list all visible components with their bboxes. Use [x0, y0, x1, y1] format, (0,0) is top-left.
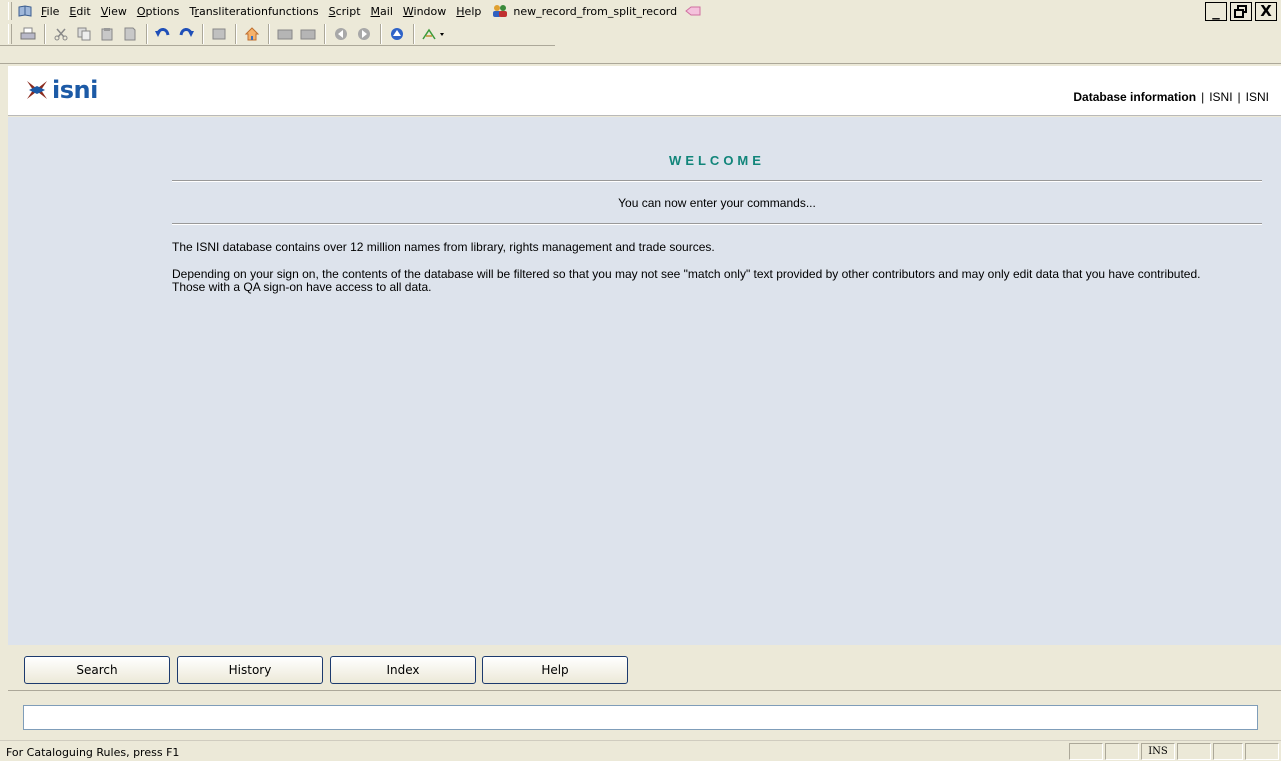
back-arrow-icon	[335, 28, 347, 40]
minimize-icon: _	[1212, 2, 1220, 20]
back-button[interactable]	[330, 23, 352, 45]
isni-logo-text: isni	[52, 76, 98, 104]
menu-file[interactable]: File	[36, 5, 64, 18]
qa-access-text: Those with a QA sign-on have access to a…	[172, 280, 432, 294]
toolbar-separator	[44, 24, 46, 44]
clipboard-icon	[101, 28, 113, 41]
scissors-icon	[54, 28, 68, 41]
new-record-button[interactable]	[208, 23, 230, 45]
up-arrow-icon	[391, 28, 403, 40]
printer-icon	[20, 27, 36, 40]
menu-mail[interactable]: Mail	[366, 5, 398, 18]
restore-button[interactable]	[1230, 2, 1252, 21]
status-panel	[1069, 743, 1103, 760]
forward-arrow-icon	[358, 28, 370, 40]
toolbar-separator	[268, 24, 270, 44]
up-button[interactable]	[386, 23, 408, 45]
signon-description: Depending on your sign on, the contents …	[172, 268, 1267, 294]
history-button[interactable]: History	[177, 656, 323, 684]
close-button[interactable]: X	[1255, 2, 1277, 21]
divider	[172, 223, 1262, 225]
link-separator: |	[1237, 90, 1241, 104]
close-icon: X	[1260, 2, 1272, 20]
command-button-row: Search History Index Help	[8, 645, 1281, 689]
status-panel	[1213, 743, 1243, 760]
command-prompt-text: You can now enter your commands...	[618, 196, 816, 210]
toolbar-separator	[146, 24, 148, 44]
document-icon	[124, 27, 136, 41]
redo-button[interactable]	[175, 23, 197, 45]
status-bar: For Cataloguing Rules, press F1 INS	[0, 740, 1281, 761]
toolbar	[0, 22, 1281, 64]
restore-icon	[1234, 5, 1247, 18]
undo-button[interactable]	[152, 23, 174, 45]
help-button[interactable]: Help	[482, 656, 628, 684]
status-panel	[1105, 743, 1139, 760]
copy-button[interactable]	[73, 23, 95, 45]
status-text: For Cataloguing Rules, press F1	[6, 746, 180, 759]
search-button[interactable]: Search	[24, 656, 170, 684]
record-next-button[interactable]	[297, 23, 319, 45]
divider	[172, 180, 1262, 182]
menu-bar: File Edit View Options Transliterationfu…	[0, 0, 1281, 22]
command-input[interactable]	[23, 705, 1258, 730]
record-icon	[277, 29, 293, 40]
minimize-button[interactable]: _	[1205, 2, 1227, 21]
status-panel	[1177, 743, 1211, 760]
menu-options[interactable]: Options	[132, 5, 184, 18]
toolbar-separator	[235, 24, 237, 44]
status-panels: INS	[1069, 743, 1279, 760]
menu-edit[interactable]: Edit	[64, 5, 95, 18]
cut-button[interactable]	[50, 23, 72, 45]
toolbar-separator	[324, 24, 326, 44]
forward-button[interactable]	[353, 23, 375, 45]
undo-icon	[155, 28, 170, 37]
record-icon	[300, 29, 316, 40]
isni-logo: isni	[26, 78, 98, 102]
welcome-panel: WELCOME You can now enter your commands.…	[8, 117, 1281, 645]
insert-mode-indicator: INS	[1141, 743, 1175, 760]
menu-window[interactable]: Window	[398, 5, 451, 18]
window-controls: _ X	[1205, 2, 1277, 21]
isni-logo-icon	[27, 81, 47, 99]
copy-icon	[77, 27, 91, 41]
database-description: The ISNI database contains over 12 milli…	[172, 240, 715, 254]
toolbar-separator	[202, 24, 204, 44]
toolbar-separator	[380, 24, 382, 44]
menu-view[interactable]: View	[96, 5, 132, 18]
database-information-link[interactable]: Database information	[1073, 90, 1196, 104]
redo-icon	[179, 28, 194, 37]
toolbar-separator	[413, 24, 415, 44]
book-icon[interactable]	[18, 4, 32, 18]
home-icon	[244, 27, 260, 41]
print-button[interactable]	[17, 23, 39, 45]
header-links: Database information | ISNI | ISNI	[1073, 90, 1269, 104]
link-separator: |	[1201, 90, 1205, 104]
tools-dropdown-button[interactable]	[419, 23, 449, 45]
paste-special-button[interactable]	[119, 23, 141, 45]
menu-help[interactable]: Help	[451, 5, 486, 18]
card-icon	[212, 28, 226, 40]
menu-transliterationfunctions[interactable]: Transliterationfunctions	[184, 5, 323, 18]
paste-button[interactable]	[96, 23, 118, 45]
isni-link-1[interactable]: ISNI	[1209, 90, 1232, 104]
isni-link-2[interactable]: ISNI	[1246, 90, 1269, 104]
menu-grip[interactable]	[8, 2, 12, 20]
menu-script[interactable]: Script	[324, 5, 366, 18]
index-button[interactable]: Index	[330, 656, 476, 684]
toolbar-grip[interactable]	[8, 24, 12, 44]
welcome-heading: WELCOME	[669, 153, 765, 168]
record-prev-button[interactable]	[274, 23, 296, 45]
compass-icon	[422, 28, 444, 40]
bookmark-arrow-icon[interactable]	[685, 6, 701, 16]
users-icon	[493, 5, 508, 17]
home-button[interactable]	[241, 23, 263, 45]
document-title: new_record_from_split_record	[513, 4, 678, 18]
isni-header: isni Database information | ISNI | ISNI	[8, 66, 1281, 116]
status-panel	[1245, 743, 1279, 760]
command-area	[8, 690, 1281, 740]
